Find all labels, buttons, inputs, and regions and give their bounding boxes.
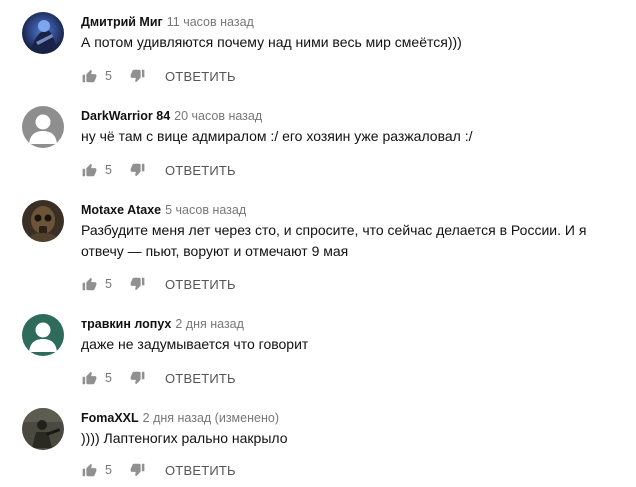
timestamp[interactable]: 2 дня назад (изменено) <box>143 411 279 425</box>
author-name[interactable]: Motaxe Ataxe <box>81 203 161 217</box>
thumbs-down-icon[interactable] <box>129 370 145 386</box>
like-count: 5 <box>105 163 112 177</box>
avatar[interactable] <box>22 314 64 356</box>
thumbs-up-icon[interactable] <box>81 68 97 84</box>
like-count: 5 <box>105 463 112 477</box>
comment-text: Разбудите меня лет через сто, и спросите… <box>81 222 587 259</box>
comment-actions: 5 ОТВЕТИТЬ <box>81 160 236 180</box>
author-name[interactable]: Дмитрий Миг <box>81 15 163 29</box>
reply-button[interactable]: ОТВЕТИТЬ <box>165 69 236 84</box>
comment-actions: 5 ОТВЕТИТЬ <box>81 460 236 480</box>
author-name[interactable]: травкин лопух <box>81 317 171 331</box>
comment-actions: 5 ОТВЕТИТЬ <box>81 368 236 388</box>
comment-text: ну чё там с вице адмиралом :/ его хозяин… <box>81 128 473 144</box>
comment-header: Motaxe Ataxe 5 часов назад <box>81 200 246 220</box>
timestamp[interactable]: 2 дня назад <box>175 317 244 331</box>
comment-text: А потом удивляются почему над ними весь … <box>81 34 462 50</box>
comment-header: травкин лопух 2 дня назад <box>81 314 244 334</box>
comment-header: FomaXXL 2 дня назад (изменено) <box>81 408 279 428</box>
thumbs-down-icon[interactable] <box>129 276 145 292</box>
avatar[interactable] <box>22 200 64 242</box>
thumbs-up-icon[interactable] <box>81 162 97 178</box>
thumbs-up-icon[interactable] <box>81 462 97 478</box>
like-count: 5 <box>105 69 112 83</box>
like-count: 5 <box>105 371 112 385</box>
thumbs-down-icon[interactable] <box>129 462 145 478</box>
comment-text: даже не задумывается что говорит <box>81 336 309 352</box>
reply-button[interactable]: ОТВЕТИТЬ <box>165 277 236 292</box>
reply-button[interactable]: ОТВЕТИТЬ <box>165 463 236 478</box>
comment-header: Дмитрий Миг 11 часов назад <box>81 12 254 32</box>
timestamp[interactable]: 20 часов назад <box>174 109 262 123</box>
avatar[interactable] <box>22 408 64 450</box>
like-count: 5 <box>105 277 112 291</box>
timestamp[interactable]: 11 часов назад <box>167 15 254 29</box>
comment-actions: 5 ОТВЕТИТЬ <box>81 274 236 294</box>
comment-text: )))) Лаптеногих рально накрыло <box>81 430 288 446</box>
author-name[interactable]: DarkWarrior 84 <box>81 109 170 123</box>
comment-header: DarkWarrior 84 20 часов назад <box>81 106 262 126</box>
thumbs-up-icon[interactable] <box>81 370 97 386</box>
thumbs-down-icon[interactable] <box>129 68 145 84</box>
avatar[interactable] <box>22 106 64 148</box>
reply-button[interactable]: ОТВЕТИТЬ <box>165 371 236 386</box>
author-name[interactable]: FomaXXL <box>81 411 139 425</box>
avatar[interactable] <box>22 12 64 54</box>
thumbs-down-icon[interactable] <box>129 162 145 178</box>
thumbs-up-icon[interactable] <box>81 276 97 292</box>
comment-actions: 5 ОТВЕТИТЬ <box>81 66 236 86</box>
reply-button[interactable]: ОТВЕТИТЬ <box>165 163 236 178</box>
timestamp[interactable]: 5 часов назад <box>165 203 246 217</box>
